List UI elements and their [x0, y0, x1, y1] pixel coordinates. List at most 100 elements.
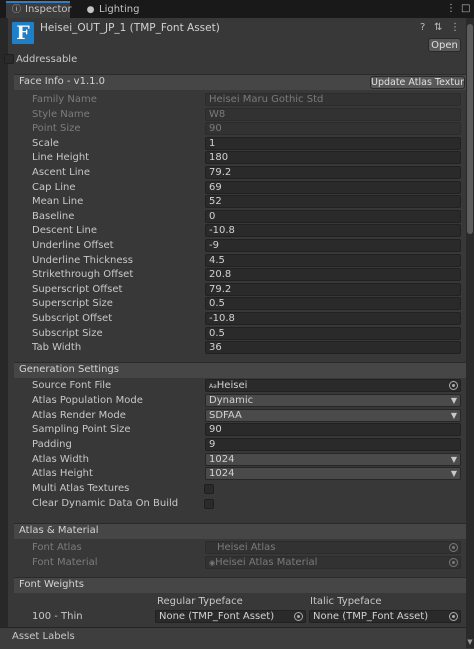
scroll-down-arrow-icon[interactable]: ▼	[466, 638, 474, 648]
scrollbar-thumb[interactable]	[467, 24, 473, 234]
addressable-checkbox[interactable]	[4, 54, 14, 64]
italic-typeface-field[interactable]: None (TMP_Font Asset)	[309, 610, 461, 623]
help-icon[interactable]: ?	[420, 22, 425, 33]
atlas-height-label: Atlas Height	[32, 468, 93, 479]
padding-row: Padding 9	[8, 438, 466, 452]
preset-icon[interactable]: ⇅	[434, 22, 442, 33]
cap-line-field[interactable]: 69	[205, 181, 461, 194]
font-asset-icon: F	[12, 22, 34, 44]
ascent-line-field[interactable]: 79.2	[205, 166, 461, 179]
superscript-size-field[interactable]: 0.5	[205, 297, 461, 310]
atlas-render-mode-dropdown[interactable]: SDFAA ▼	[205, 409, 461, 422]
font-atlas-value: Heisei Atlas	[217, 542, 276, 553]
underline-offset-field[interactable]: -9	[205, 239, 461, 252]
face-info-title: Face Info - v1.1.0	[19, 76, 106, 87]
scale-row: Scale 1	[8, 137, 466, 151]
tab-width-field[interactable]: 36	[205, 341, 461, 354]
tab-lighting-label: Lighting	[99, 4, 140, 15]
font-material-value: Heisei Atlas Material	[215, 557, 318, 568]
font-material-field: ◉Heisei Atlas Material	[205, 556, 461, 569]
mean-line-row: Mean Line 52	[8, 195, 466, 209]
italic-typeface-header: Italic Typeface	[310, 596, 382, 607]
atlas-render-mode-value: SDFAA	[209, 410, 242, 421]
section-font-weights: Font Weights	[14, 577, 466, 593]
object-picker-icon[interactable]	[294, 612, 303, 621]
context-menu-icon[interactable]: ⋮	[450, 22, 460, 33]
subscript-size-field[interactable]: 0.5	[205, 327, 461, 340]
baseline-field[interactable]: 0	[205, 210, 461, 223]
font-atlas-field: Heisei Atlas	[205, 541, 461, 554]
font-atlas-label: Font Atlas	[32, 542, 82, 553]
multi-atlas-textures-checkbox[interactable]	[204, 484, 214, 494]
mean-line-field[interactable]: 52	[205, 195, 461, 208]
asset-title: Heisei_OUT_JP_1 (TMP_Font Asset)	[40, 22, 220, 34]
atlas-width-row: Atlas Width 1024 ▼	[8, 453, 466, 467]
baseline-label: Baseline	[32, 211, 75, 222]
chevron-down-icon: ▼	[450, 455, 457, 464]
tab-inspector[interactable]: ⓘ Inspector	[6, 1, 72, 18]
regular-typeface-field[interactable]: None (TMP_Font Asset)	[155, 610, 306, 623]
open-button[interactable]: Open	[428, 38, 461, 52]
asset-labels-bar[interactable]: Asset Labels	[0, 627, 466, 649]
ascent-line-row: Ascent Line 79.2	[8, 166, 466, 180]
strikethrough-offset-label: Strikethrough Offset	[32, 269, 134, 280]
source-font-file-row: Source Font File AaHeisei	[8, 379, 466, 393]
superscript-offset-label: Superscript Offset	[32, 284, 123, 295]
atlas-render-mode-label: Atlas Render Mode	[32, 410, 126, 421]
editor-tab-bar: ⓘ Inspector ● Lighting ⋮ □	[0, 0, 474, 18]
font-atlas-row: Font Atlas Heisei Atlas	[8, 541, 466, 555]
atlas-population-mode-label: Atlas Population Mode	[32, 395, 143, 406]
window-maximize-icon[interactable]: □	[461, 3, 470, 14]
superscript-offset-row: Superscript Offset 79.2	[8, 283, 466, 297]
superscript-size-label: Superscript Size	[32, 298, 113, 309]
mean-line-label: Mean Line	[32, 196, 84, 207]
source-font-file-value: Heisei	[216, 380, 248, 391]
atlas-width-dropdown[interactable]: 1024 ▼	[205, 453, 461, 466]
atlas-width-value: 1024	[209, 454, 235, 465]
clear-dynamic-data-row: Clear Dynamic Data On Build	[8, 497, 466, 511]
superscript-offset-field[interactable]: 79.2	[205, 283, 461, 296]
strikethrough-offset-field[interactable]: 20.8	[205, 268, 461, 281]
descent-line-field[interactable]: -10.8	[205, 224, 461, 237]
descent-line-row: Descent Line -10.8	[8, 224, 466, 238]
family-name-field: Heisei Maru Gothic Std	[205, 93, 461, 106]
chevron-down-icon: ▼	[450, 411, 457, 420]
subscript-offset-label: Subscript Offset	[32, 313, 113, 324]
sampling-point-size-field[interactable]: 90	[205, 423, 461, 436]
underline-thickness-field[interactable]: 4.5	[205, 254, 461, 267]
underline-offset-row: Underline Offset -9	[8, 239, 466, 253]
atlas-population-mode-dropdown[interactable]: Dynamic ▼	[205, 394, 461, 407]
object-picker-icon	[449, 558, 458, 567]
tab-width-label: Tab Width	[32, 342, 82, 353]
object-picker-icon[interactable]	[449, 381, 458, 390]
chevron-down-icon: ▼	[450, 396, 457, 405]
family-name-label: Family Name	[32, 94, 97, 105]
section-atlas-material: Atlas & Material	[14, 523, 466, 539]
tab-lighting[interactable]: ● Lighting	[80, 2, 142, 18]
atlas-height-dropdown[interactable]: 1024 ▼	[205, 467, 461, 480]
strikethrough-offset-row: Strikethrough Offset 20.8	[8, 268, 466, 282]
family-name-row: Family Name Heisei Maru Gothic Std	[8, 93, 466, 107]
window-menu-icon[interactable]: ⋮	[446, 3, 456, 14]
line-height-label: Line Height	[32, 152, 90, 163]
subscript-offset-field[interactable]: -10.8	[205, 312, 461, 325]
font-material-label: Font Material	[32, 557, 98, 568]
padding-field[interactable]: 9	[205, 438, 461, 451]
atlas-height-row: Atlas Height 1024 ▼	[8, 467, 466, 481]
atlas-population-mode-row: Atlas Population Mode Dynamic ▼	[8, 394, 466, 408]
underline-offset-label: Underline Offset	[32, 240, 114, 251]
line-height-row: Line Height 180	[8, 151, 466, 165]
italic-typeface-value: None (TMP_Font Asset)	[313, 611, 429, 622]
source-font-file-field[interactable]: AaHeisei	[205, 379, 461, 392]
atlas-render-mode-row: Atlas Render Mode SDFAA ▼	[8, 409, 466, 423]
update-atlas-texture-button[interactable]: Update Atlas Texture	[370, 76, 465, 89]
object-picker-icon[interactable]	[449, 612, 458, 621]
sampling-point-size-label: Sampling Point Size	[32, 424, 131, 435]
line-height-field[interactable]: 180	[205, 151, 461, 164]
sampling-point-size-row: Sampling Point Size 90	[8, 423, 466, 437]
point-size-row: Point Size 90	[8, 122, 466, 136]
clear-dynamic-data-checkbox[interactable]	[204, 499, 214, 509]
scale-field[interactable]: 1	[205, 137, 461, 150]
tab-inspector-label: Inspector	[25, 4, 72, 15]
scale-label: Scale	[32, 138, 59, 149]
